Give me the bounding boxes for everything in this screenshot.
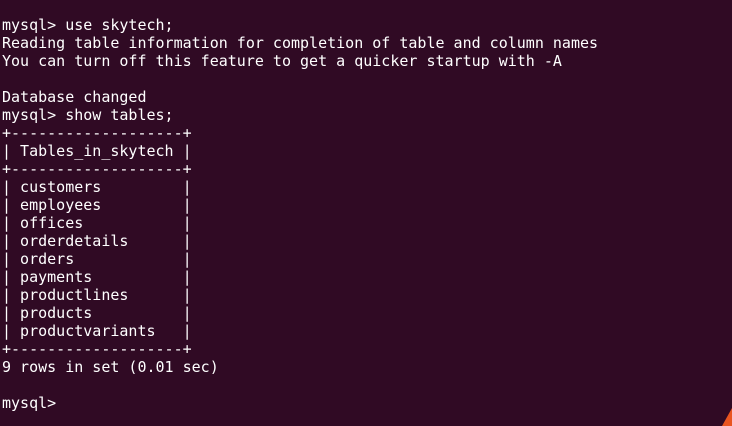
result-summary: 9 rows in set (0.01 sec) (2, 358, 219, 376)
table-border-header: +-------------------+ (2, 160, 192, 178)
table-row: | employees | (2, 196, 192, 214)
table-row: | productvariants | (2, 322, 192, 340)
status-database-changed: Database changed (2, 88, 147, 106)
terminal-window[interactable]: mysql> use skytech; Reading table inform… (0, 0, 732, 426)
prompt-line[interactable]: mysql> (2, 394, 732, 412)
resize-grip-icon[interactable] (722, 408, 732, 426)
table-border-top: +-------------------+ (2, 124, 192, 142)
command-line-use: mysql> use skytech; (2, 16, 174, 34)
info-line-turn-off: You can turn off this feature to get a q… (2, 52, 562, 70)
info-line-reading: Reading table information for completion… (2, 34, 599, 52)
table-row: | customers | (2, 178, 192, 196)
table-row: | payments | (2, 268, 192, 286)
table-border-bottom: +-------------------+ (2, 340, 192, 358)
table-row: | orderdetails | (2, 232, 192, 250)
table-header: | Tables_in_skytech | (2, 142, 192, 160)
command-line-show-tables: mysql> show tables; (2, 106, 174, 124)
table-row: | products | (2, 304, 192, 322)
table-row: | offices | (2, 214, 192, 232)
table-row: | productlines | (2, 286, 192, 304)
table-row: | orders | (2, 250, 192, 268)
